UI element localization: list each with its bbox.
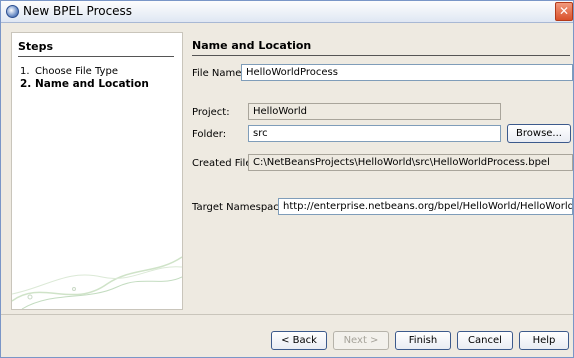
step-choose-file-type: 1. Choose File Type [20, 66, 118, 77]
browse-button[interactable]: Browse... [507, 124, 571, 143]
decorative-swirl-graphic [12, 256, 182, 309]
section-divider [192, 55, 570, 56]
finish-button[interactable]: Finish [395, 331, 451, 350]
help-button[interactable]: Help [519, 331, 569, 350]
section-title: Name and Location [192, 39, 312, 52]
steps-divider [18, 56, 174, 57]
step-label: Choose File Type [35, 66, 118, 77]
cancel-button[interactable]: Cancel [457, 331, 513, 350]
project-field: HelloWorld [248, 103, 501, 120]
back-button[interactable]: < Back [271, 331, 327, 350]
close-icon[interactable]: ✕ [555, 2, 573, 21]
steps-header: Steps [18, 40, 54, 53]
file-name-input[interactable]: HelloWorldProcess [241, 64, 573, 81]
target-namespace-label: Target Namespace: [192, 202, 289, 213]
footer-divider [1, 314, 573, 315]
folder-label: Folder: [192, 129, 227, 140]
content-panel: Name and Location File Name: HelloWorldP… [184, 32, 574, 308]
step-number: 2. [20, 78, 32, 90]
target-namespace-input[interactable]: http://enterprise.netbeans.org/bpel/Hell… [278, 198, 573, 215]
title-bar[interactable]: New BPEL Process ✕ [1, 1, 573, 23]
file-name-label: File Name: [192, 68, 245, 79]
created-file-field: C:\NetBeansProjects\HelloWorld\src\Hello… [248, 154, 573, 171]
folder-input[interactable]: src [248, 125, 501, 142]
project-label: Project: [192, 107, 230, 118]
bpel-process-icon [6, 5, 19, 18]
step-label: Name and Location [35, 78, 149, 90]
window-title: New BPEL Process [23, 4, 133, 18]
step-name-and-location: 2. Name and Location [20, 78, 149, 90]
next-button[interactable]: Next > [333, 331, 389, 350]
steps-panel: Steps 1. Choose File Type 2. Name and Loca… [11, 32, 183, 310]
new-bpel-process-dialog: New BPEL Process ✕ Steps 1. Choose File T… [0, 0, 574, 358]
created-file-label: Created File: [192, 158, 255, 169]
step-number: 1. [20, 66, 30, 77]
